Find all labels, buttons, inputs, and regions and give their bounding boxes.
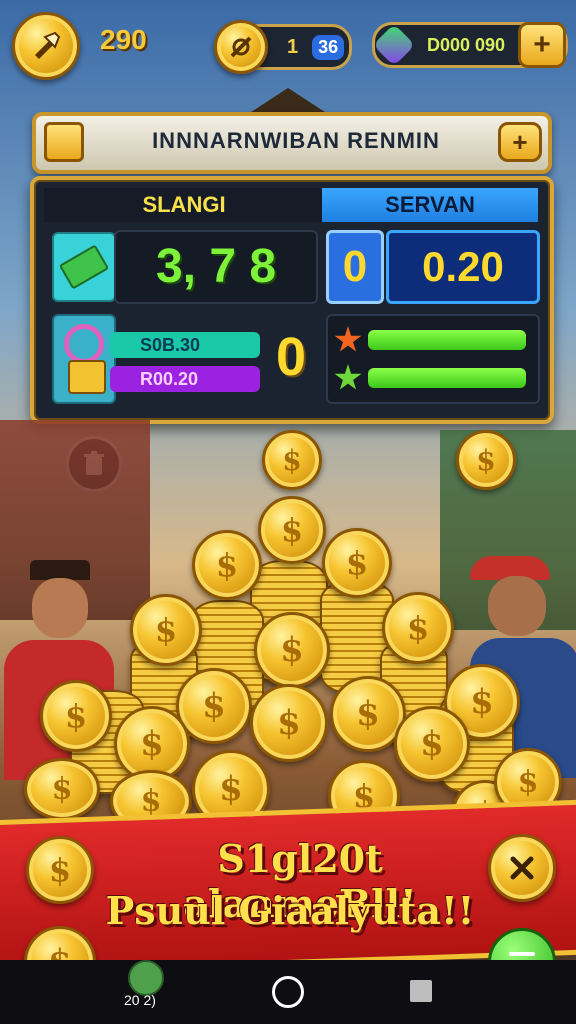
banner-title: INNNARNWIBAN RENMIN <box>152 128 440 153</box>
currency-value: D000 090 <box>427 34 506 55</box>
left-header: SLANGI <box>44 188 324 222</box>
falling-coin: $ <box>262 430 322 490</box>
avatar[interactable] <box>128 960 164 996</box>
plus-icon: + <box>512 126 528 157</box>
right-header: SERVAN <box>322 188 538 222</box>
pile-coin: $ <box>254 612 330 688</box>
progress-area <box>326 314 540 404</box>
pile-coin: $ <box>40 680 112 752</box>
square-icon[interactable] <box>410 980 432 1002</box>
pile-coin: $ <box>394 706 470 782</box>
right-value: 0.20 <box>422 243 504 290</box>
main-value-box: 3, 7 8 <box>114 230 318 304</box>
right-value-box: 0.20 <box>386 230 540 304</box>
gem-icon <box>372 23 416 67</box>
pile-coin: $ <box>24 758 100 820</box>
close-icon <box>510 856 534 880</box>
star-orange-icon <box>334 326 362 352</box>
add-currency-button[interactable]: + <box>518 22 566 68</box>
promo-line-2: Psuul Giaalyuta!! <box>105 888 475 933</box>
roof-ornament <box>248 88 328 114</box>
bar1-label: S0B.30 <box>140 335 201 355</box>
count-label: 20 2) <box>124 992 156 1008</box>
green-progress-bar-2 <box>368 368 526 388</box>
system-nav-bar: 20 2) <box>0 960 576 1024</box>
zero-box: 0 <box>326 230 384 304</box>
pile-coin: $ <box>192 530 262 600</box>
promo-coin: $ <box>26 836 94 904</box>
star-green-icon <box>334 364 362 390</box>
potion-icon <box>52 314 116 404</box>
pile-coin: $ <box>130 594 202 666</box>
zero-box-value: 0 <box>342 242 368 291</box>
pile-coin: $ <box>382 592 454 664</box>
purple-stat-bar: R00.20 <box>110 366 260 392</box>
score-value: 290 <box>100 24 147 55</box>
pile-coin: $ <box>250 684 328 762</box>
falling-coin: $ <box>456 430 516 490</box>
green-progress-bar-1 <box>368 330 526 350</box>
main-value: 3, 7 8 <box>155 240 277 293</box>
bar2-label: R00.20 <box>140 369 199 389</box>
hammer-icon <box>35 31 61 59</box>
teal-stat-bar: S0B.30 <box>110 332 260 358</box>
folder-icon <box>44 122 84 162</box>
middle-zero: 0 <box>275 327 307 387</box>
close-button[interactable] <box>488 834 556 902</box>
pile-coin: $ <box>322 528 392 598</box>
falling-coin: $ <box>258 496 326 564</box>
cash-icon <box>52 232 116 302</box>
home-circle-icon[interactable] <box>272 976 304 1008</box>
counter-value: 1 <box>287 35 299 58</box>
stats-panel: SLANGI SERVAN 3, 7 8 0 0.20 S0B.30 R00.2… <box>30 176 554 424</box>
plus-icon: + <box>533 28 551 61</box>
slash-coin-icon <box>214 20 268 74</box>
banner-plus-button[interactable]: + <box>498 122 542 162</box>
counter-badge: 36 <box>312 34 345 60</box>
title-banner: INNNARNWIBAN RENMIN + <box>32 112 552 174</box>
hammer-coin-button[interactable] <box>12 12 80 80</box>
